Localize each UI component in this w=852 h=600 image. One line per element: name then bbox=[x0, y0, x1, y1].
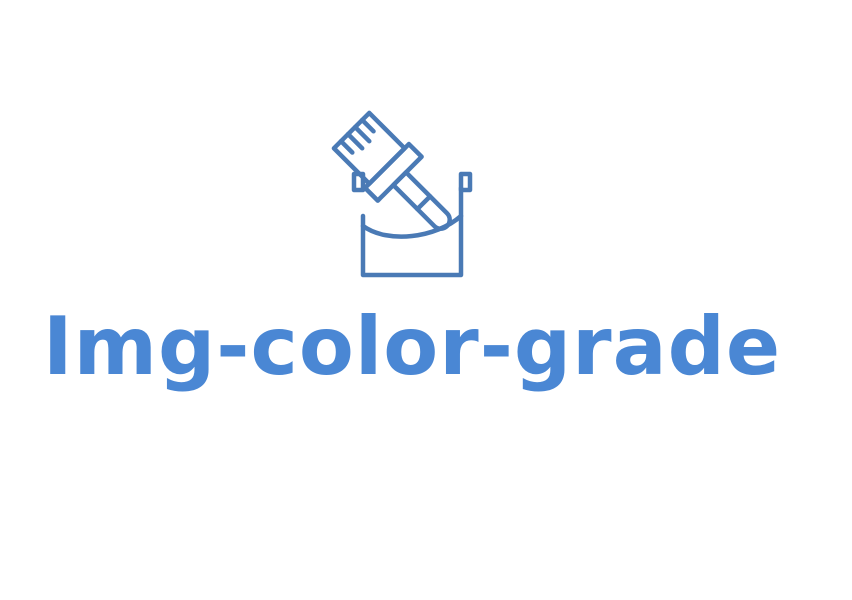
paint-bucket-brush-icon bbox=[330, 98, 490, 280]
logo: Img-color-grade bbox=[0, 0, 852, 600]
logo-title: Img-color-grade bbox=[42, 300, 782, 393]
